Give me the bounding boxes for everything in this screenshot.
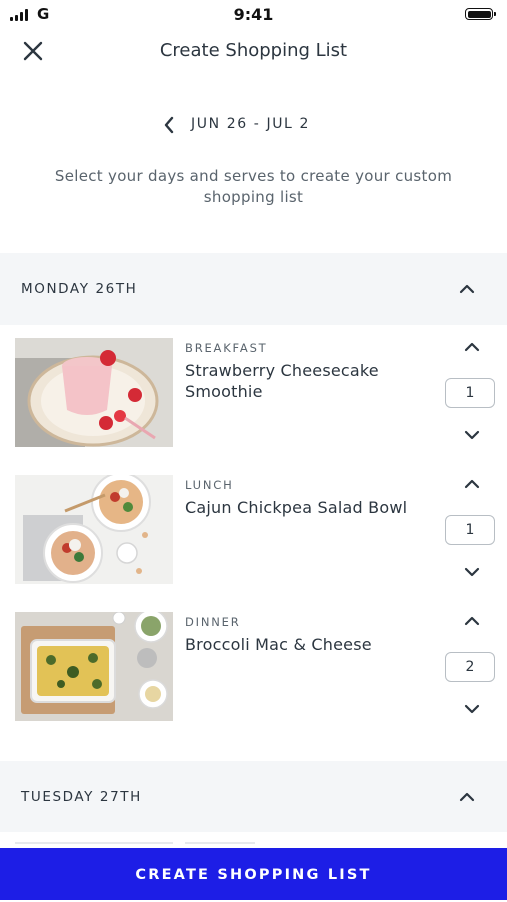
meal-row-lunch: LUNCH Cajun Chickpea Salad Bowl 1 [0,475,507,587]
serves-input[interactable]: 1 [445,515,495,545]
decrease-serves-button[interactable] [459,422,485,448]
chevron-up-icon [464,616,480,626]
day-label: TUESDAY 27TH [21,789,142,805]
chevron-up-icon [464,342,480,352]
close-button[interactable] [18,36,48,66]
chevron-left-icon [164,116,174,134]
decrease-serves-button[interactable] [459,696,485,722]
intro-text: Select your days and serves to create yo… [54,167,453,206]
recipe-thumbnail[interactable] [15,338,173,447]
recipe-thumbnail[interactable] [15,612,173,721]
meal-row-breakfast: BREAKFAST Strawberry Cheesecake Smoothie… [0,338,507,450]
week-selector: JUN 26 - JUL 2 [0,112,507,138]
close-icon [23,41,43,61]
week-range-label: JUN 26 - JUL 2 [191,116,310,132]
create-shopping-list-button[interactable]: CREATE SHOPPING LIST [0,848,507,900]
increase-serves-button[interactable] [459,471,485,497]
previous-week-button[interactable] [158,112,180,138]
serves-input[interactable]: 1 [445,378,495,408]
decrease-serves-button[interactable] [459,559,485,585]
chevron-down-icon [464,567,480,577]
meal-type-label: BREAKFAST [185,341,268,355]
recipe-name[interactable]: Cajun Chickpea Salad Bowl [185,497,415,518]
chevron-down-icon [464,430,480,440]
increase-serves-button[interactable] [459,608,485,634]
chevron-down-icon [464,704,480,714]
next-meal-row-partial [0,832,507,848]
chevron-up-icon [459,792,475,802]
battery-icon [465,8,496,20]
chevron-up-icon [459,284,475,294]
meal-type-label: DINNER [185,615,241,629]
status-bar: G 9:41 [0,0,507,32]
increase-serves-button[interactable] [459,334,485,360]
meal-row-dinner: DINNER Broccoli Mac & Cheese 2 [0,612,507,724]
page-title: Create Shopping List [159,40,348,61]
recipe-name[interactable]: Broccoli Mac & Cheese [185,634,415,655]
day-header-tuesday[interactable]: TUESDAY 27TH [0,761,507,833]
recipe-thumbnail[interactable] [15,475,173,584]
day-header-monday[interactable]: MONDAY 26TH [0,253,507,325]
serves-input[interactable]: 2 [445,652,495,682]
day-label: MONDAY 26TH [21,281,138,297]
recipe-name[interactable]: Strawberry Cheesecake Smoothie [185,360,415,402]
status-time: 9:41 [233,5,274,24]
chevron-up-icon [464,479,480,489]
meal-type-label: LUNCH [185,478,234,492]
